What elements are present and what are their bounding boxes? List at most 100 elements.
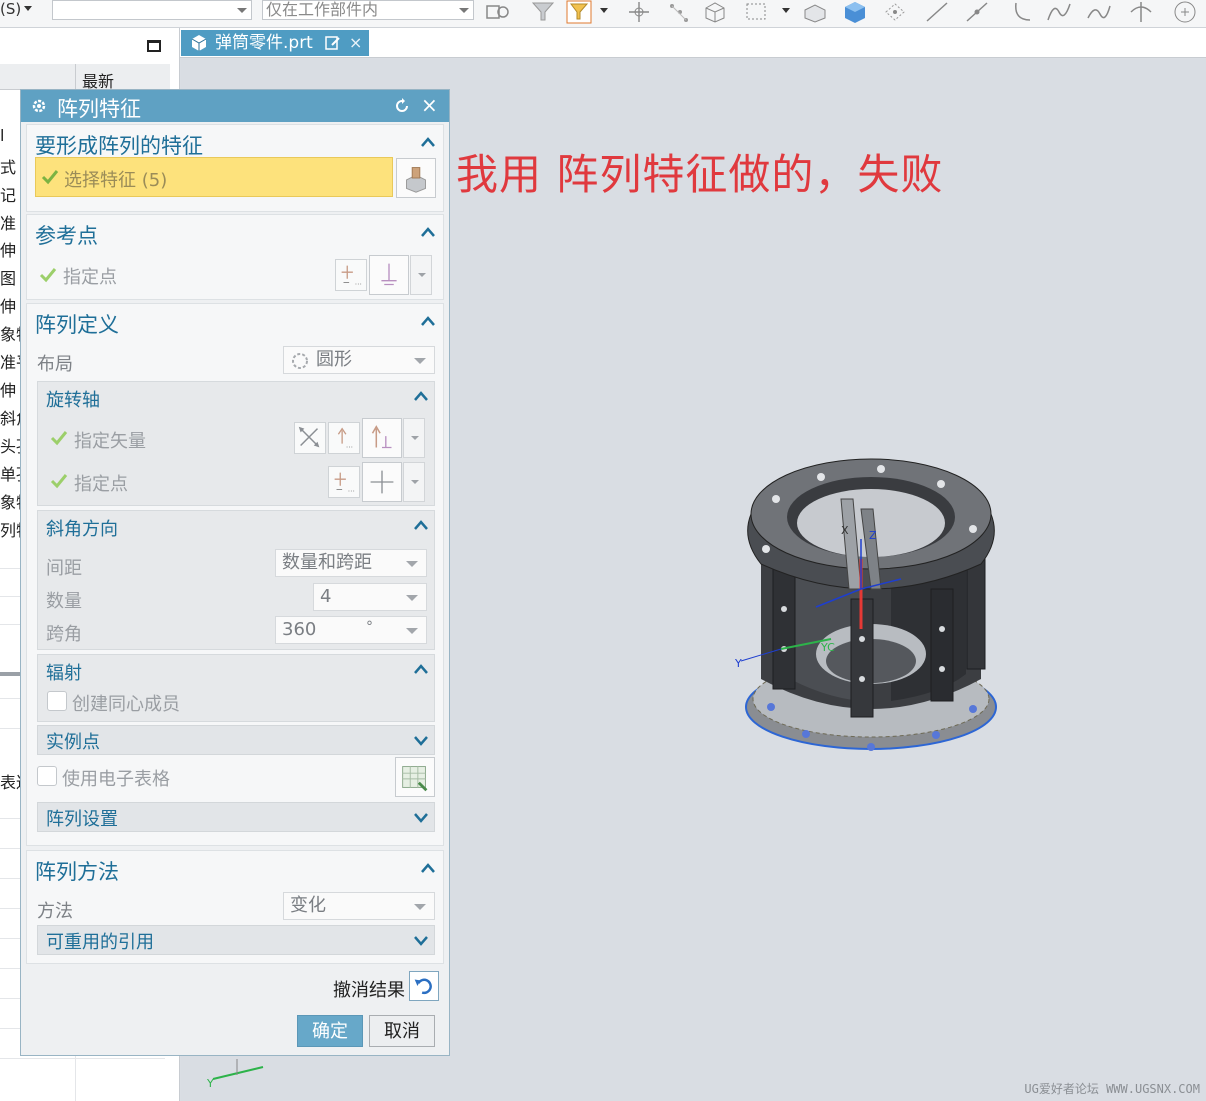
- rotation-axis-group: 旋转轴 指定矢量 ... 指定点 ...: [37, 381, 435, 506]
- axis-point-type-dropdown[interactable]: [403, 462, 425, 502]
- span-angle-label: 跨角: [46, 624, 82, 645]
- navigator-row[interactable]: l: [0, 126, 4, 145]
- check-icon: [50, 474, 68, 489]
- instance-points-title: 实例点: [46, 732, 100, 753]
- spline-icon[interactable]: [1046, 0, 1072, 24]
- navigator-row[interactable]: 准: [0, 210, 16, 234]
- chevron-down-icon: [406, 561, 418, 567]
- chevron-down-icon[interactable]: [414, 736, 428, 746]
- cancel-button[interactable]: 取消: [369, 1015, 435, 1047]
- vector-snap-button[interactable]: [362, 418, 402, 458]
- close-tab-icon[interactable]: ×: [349, 30, 362, 56]
- line-point-icon[interactable]: [964, 0, 990, 24]
- chevron-down-icon[interactable]: [414, 936, 428, 946]
- point-type-dropdown[interactable]: [410, 255, 432, 295]
- reset-icon[interactable]: [393, 97, 411, 115]
- use-spreadsheet-checkbox[interactable]: [37, 766, 57, 786]
- navigator-row[interactable]: 式: [0, 154, 16, 178]
- reverse-direction-button[interactable]: [294, 422, 326, 454]
- triad-label-yc: YC: [820, 641, 835, 654]
- angular-direction-title[interactable]: 斜角方向: [46, 515, 118, 541]
- chevron-up-icon[interactable]: [414, 391, 428, 401]
- maximize-icon[interactable]: [147, 40, 161, 52]
- line-icon[interactable]: [924, 0, 950, 24]
- layout-combo[interactable]: 圆形: [283, 346, 435, 374]
- point-circle-icon[interactable]: [1172, 0, 1198, 24]
- svg-text:...: ...: [346, 440, 353, 449]
- cylinder-part-model[interactable]: X Z Y YC: [721, 439, 1021, 779]
- axis-point-dialog-button[interactable]: ...: [328, 466, 360, 498]
- spreadsheet-button[interactable]: [395, 757, 435, 797]
- chevron-down-icon[interactable]: [782, 8, 790, 13]
- pattern-settings-title: 阵列设置: [46, 809, 118, 830]
- type-filter-combo[interactable]: [52, 0, 252, 20]
- curve-icon[interactable]: [1086, 0, 1112, 24]
- chevron-down-icon: [414, 358, 426, 364]
- point-constructor-icon: ...: [334, 472, 355, 493]
- concentric-members-checkbox[interactable]: [47, 691, 67, 711]
- snap-grid-icon[interactable]: [666, 0, 692, 24]
- pattern-settings-group[interactable]: 阵列设置: [37, 802, 435, 832]
- point-cloud-icon[interactable]: [882, 0, 908, 24]
- spacing-combo[interactable]: 数量和跨距: [275, 549, 427, 577]
- chevron-up-icon[interactable]: [414, 664, 428, 674]
- chevron-down-icon[interactable]: [414, 813, 428, 823]
- edit-icon[interactable]: [325, 35, 341, 51]
- close-icon[interactable]: ×: [421, 93, 438, 117]
- reference-point-title[interactable]: 参考点: [35, 220, 98, 250]
- method-label: 方法: [37, 901, 73, 922]
- assembly-filter-icon[interactable]: [484, 0, 510, 24]
- axis-point-snap-button[interactable]: [362, 462, 402, 502]
- vector-dialog-button[interactable]: ...: [328, 422, 360, 454]
- navigator-row[interactable]: 记: [0, 182, 16, 206]
- shaded-block-icon[interactable]: [802, 0, 828, 24]
- circular-layout-icon: [292, 353, 308, 369]
- chevron-up-icon[interactable]: [421, 316, 435, 326]
- datum-axis-icon[interactable]: [1128, 0, 1154, 24]
- vector-type-dropdown[interactable]: [403, 418, 425, 458]
- feature-picker-button[interactable]: [396, 158, 436, 198]
- chevron-up-icon[interactable]: [421, 863, 435, 873]
- selection-box-icon[interactable]: [744, 0, 770, 24]
- reusable-references-group[interactable]: 可重用的引用: [37, 925, 435, 955]
- chevron-up-icon[interactable]: [421, 137, 435, 147]
- axis-point-label: 指定点: [74, 474, 128, 495]
- specify-vector-label: 指定矢量: [74, 431, 146, 452]
- arc-icon[interactable]: [1010, 0, 1036, 24]
- shaded-cube-icon[interactable]: [842, 0, 868, 24]
- features-section-title[interactable]: 要形成阵列的特征: [35, 130, 203, 160]
- forum-watermark: UG爱好者论坛 WWW.UGSNX.COM: [1024, 1082, 1200, 1096]
- triad-label-x: X: [841, 524, 849, 537]
- rotation-axis-title[interactable]: 旋转轴: [46, 386, 100, 412]
- reusable-references-title: 可重用的引用: [46, 932, 154, 953]
- chevron-down-icon[interactable]: [24, 6, 32, 11]
- ok-button[interactable]: 确定: [297, 1015, 363, 1047]
- gear-icon[interactable]: [31, 98, 47, 114]
- chevron-up-icon[interactable]: [414, 520, 428, 530]
- instance-points-group[interactable]: 实例点: [37, 725, 435, 755]
- point-snap-button[interactable]: [369, 255, 409, 295]
- method-combo[interactable]: 变化: [283, 892, 435, 920]
- snap-point-icon[interactable]: [626, 0, 652, 24]
- dialog-title-bar[interactable]: 阵列特征 ×: [21, 90, 449, 122]
- funnel-filter-icon[interactable]: [530, 0, 556, 24]
- point-dialog-button[interactable]: ...: [335, 259, 367, 291]
- pattern-definition-title[interactable]: 阵列定义: [35, 309, 119, 339]
- pattern-method-title[interactable]: 阵列方法: [35, 856, 119, 886]
- radiate-group: 辐射 创建同心成员: [37, 654, 435, 722]
- select-feature-field[interactable]: 选择特征 (5): [35, 157, 393, 197]
- radiate-title[interactable]: 辐射: [46, 659, 82, 685]
- chevron-up-icon[interactable]: [421, 227, 435, 237]
- pane-splitter[interactable]: [0, 672, 22, 676]
- funnel-reset-icon[interactable]: [566, 0, 592, 24]
- tab-part-file[interactable]: 弹筒零件.prt ×: [181, 30, 369, 56]
- triad-label-z: Z: [869, 529, 877, 542]
- selection-filter-label[interactable]: (S): [0, 0, 21, 22]
- scope-filter-combo[interactable]: 仅在工作部件内: [262, 0, 474, 20]
- spacing-label: 间距: [46, 558, 82, 579]
- chevron-down-icon[interactable]: [600, 8, 608, 13]
- undo-result-button[interactable]: [409, 971, 439, 1001]
- count-input[interactable]: 4: [313, 583, 427, 611]
- wire-cube-icon[interactable]: [702, 0, 728, 24]
- span-angle-input[interactable]: 360 °: [275, 616, 427, 644]
